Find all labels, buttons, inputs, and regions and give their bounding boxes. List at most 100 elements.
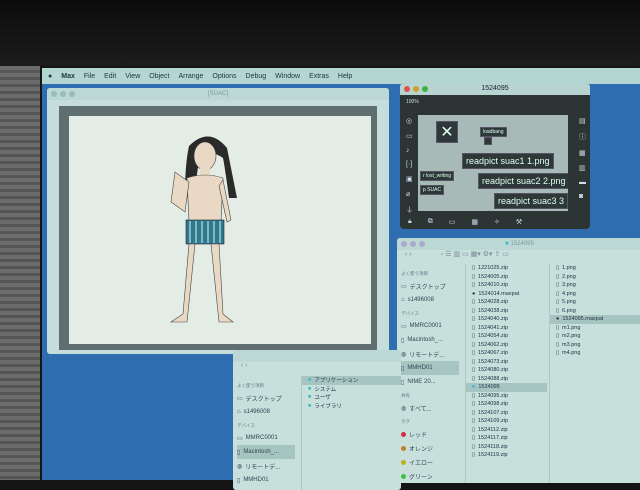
menu-arrange[interactable]: Arrange (178, 73, 203, 80)
menu-window[interactable]: Window (275, 73, 300, 80)
file-list-item[interactable]: ▯ 1524067.zip (466, 349, 547, 358)
file-list-item[interactable]: ▯ 1524062.zip (466, 341, 547, 350)
sidebar-item-desktop[interactable]: ▭ デスクトップ (401, 279, 459, 293)
sidebar-item-device[interactable]: ▯ Macintosh_... (237, 445, 295, 459)
file-list-item[interactable]: ● 1524014.maxpat (466, 290, 547, 299)
file-list-item[interactable]: ▯ 1524040.zip (466, 315, 547, 324)
info-icon[interactable]: ⓘ (579, 132, 586, 142)
list-icon[interactable]: ▥ (579, 164, 586, 172)
menu-view[interactable]: View (125, 73, 140, 80)
menu-edit[interactable]: Edit (104, 73, 116, 80)
file-list-item[interactable]: ▯ 1524010.zip (466, 281, 547, 290)
sidebar-item-shared[interactable]: ◍ すべて... (401, 401, 459, 415)
sidebar-item-device[interactable]: ◍ リモートデ... (237, 459, 295, 473)
back-icon[interactable]: ‹ (241, 362, 243, 369)
forward-icon[interactable]: › (245, 362, 247, 369)
file-list-item[interactable]: ▯ 1524107.zip (466, 409, 547, 418)
finder-title-bar[interactable]: ■ 1524095 (397, 238, 640, 250)
menu-options[interactable]: Options (212, 73, 236, 80)
file-list-item[interactable]: ▯ 1524038.zip (466, 307, 547, 316)
receive-object[interactable]: r lost_writing (420, 171, 455, 181)
image-icon[interactable]: ▣ (406, 175, 413, 183)
sidebar-item-device[interactable]: ▭ MMRC0001 (401, 319, 459, 333)
sidebar-item-home[interactable]: ⌂ s1496008 (401, 293, 459, 307)
sidebar-item-device[interactable]: ◍ リモートデ... (401, 347, 459, 361)
patcher-title-bar[interactable]: 1524095 (400, 83, 590, 95)
minimize-icon[interactable] (410, 241, 416, 247)
file-list-item[interactable]: ▯ 1524095.zip (466, 392, 547, 401)
sidebar-item-device[interactable]: ▯ Macintosh_... (401, 333, 459, 347)
zoom-icon[interactable] (419, 241, 425, 247)
file-list-item[interactable]: ▯ 1524117.zip (466, 434, 547, 443)
file-list-item[interactable]: ▯ 1524118.zip (466, 443, 547, 452)
subpatcher-object[interactable]: p SUAC (420, 185, 445, 195)
file-list-item[interactable]: ▯ 1524073.zip (466, 358, 547, 367)
sidebar-tag[interactable]: グリーン (401, 469, 459, 483)
sidebar-icon[interactable]: ▤ (579, 117, 586, 125)
suac-title-bar[interactable]: [SUAC] (47, 88, 389, 100)
apple-icon[interactable]: ● (48, 73, 52, 80)
finder-title-bar[interactable] (233, 350, 401, 362)
file-list-item[interactable]: ▯ 1524080.zip (466, 366, 547, 375)
file-list-item[interactable]: ▯ 4.png (550, 290, 640, 299)
gear-icon[interactable]: ⚙▾ (483, 251, 493, 258)
sidebar-item-home[interactable]: ⌂ s1496008 (237, 405, 295, 419)
menu-debug[interactable]: Debug (246, 73, 267, 80)
file-list-item[interactable]: ▯ 1524112.zip (466, 426, 547, 435)
close-icon[interactable] (51, 91, 57, 97)
file-list-item[interactable]: ▯ 1524041.zip (466, 324, 547, 333)
sidebar-tag[interactable]: イエロー (401, 455, 459, 469)
paperclip-icon[interactable]: ⌀ (406, 190, 413, 198)
wrench-icon[interactable]: ⚒ (516, 218, 522, 226)
readpict1-object[interactable]: readpict suac1 1.png (462, 153, 554, 169)
file-list-item[interactable]: ▯ 3.png (550, 281, 640, 290)
bracket-icon[interactable]: [·] (406, 161, 413, 168)
file-list-item[interactable]: ▯ 1524088.zip (466, 375, 547, 384)
camera-icon[interactable]: ◙ (579, 193, 586, 200)
plug-icon[interactable]: ⏚ (406, 205, 413, 215)
toggle-x-icon[interactable]: ✕ (436, 121, 458, 143)
readpict2-object[interactable]: readpict suac2 2.png (478, 173, 568, 189)
file-list-item[interactable]: ▯ 1524098.zip (466, 400, 547, 409)
grid-icon[interactable]: ▦ (579, 149, 586, 157)
sidebar-item-device[interactable]: ▯ NIME 20... (401, 375, 459, 389)
music-icon[interactable]: ♪ (406, 147, 413, 154)
grid-toggle-icon[interactable]: ▦ (471, 218, 478, 226)
menu-help[interactable]: Help (338, 73, 352, 80)
file-list-item[interactable]: ▯ 2.png (550, 273, 640, 282)
minimize-icon[interactable] (413, 86, 419, 92)
zoom-level[interactable]: 100% (406, 99, 419, 105)
sidebar-item-device[interactable]: ▯ MMHD01 (401, 361, 459, 375)
share-icon[interactable]: ⇪ (494, 251, 500, 258)
close-icon[interactable] (401, 241, 407, 247)
menu-object[interactable]: Object (149, 73, 169, 80)
object-icon[interactable]: ▭ (406, 132, 413, 140)
file-list-item[interactable]: ▯ 1524119.zip (466, 451, 547, 460)
panel-icon[interactable]: ▬ (579, 179, 586, 186)
sidebar-tag[interactable]: オレンジ (401, 441, 459, 455)
folder-list-item[interactable]: ■ アプリケーション (302, 376, 401, 385)
tag-icon[interactable]: ▭ (502, 251, 509, 258)
minimize-icon[interactable] (60, 91, 66, 97)
file-list-item[interactable]: ▯ 6.png (550, 307, 640, 316)
menu-file[interactable]: File (84, 73, 95, 80)
file-list-item[interactable]: ▯ 1.png (550, 264, 640, 273)
sidebar-item-device[interactable]: ▯ MMHD01 (237, 473, 295, 487)
file-list-item[interactable]: ▯ 1524028.zip (466, 298, 547, 307)
loadbang-object[interactable]: loadbang (480, 127, 507, 137)
patcher-canvas[interactable]: ✕ loadbang readpict suac1 1.png readpict… (418, 115, 568, 211)
file-list-item[interactable]: ▯ m4.png (550, 349, 640, 358)
folder-list-item[interactable]: ■ ユーザ (302, 393, 401, 402)
sidebar-item-desktop[interactable]: ▭ デスクトップ (237, 391, 295, 405)
file-list-item[interactable]: ■ 1524095 (466, 383, 547, 392)
folder-list-item[interactable]: ■ システム (302, 385, 401, 394)
close-icon[interactable] (404, 86, 410, 92)
arrange-icon[interactable]: ▦▾ (471, 251, 481, 258)
menu-extras[interactable]: Extras (309, 73, 329, 80)
file-list-item[interactable]: ▯ m3.png (550, 341, 640, 350)
file-list-item[interactable]: ▯ 5.png (550, 298, 640, 307)
record-icon[interactable]: ◎ (406, 117, 413, 125)
bang-button[interactable] (484, 137, 492, 145)
sidebar-tag[interactable]: レッド (401, 427, 459, 441)
readpict3-object[interactable]: readpict suac3 3 (494, 193, 568, 209)
